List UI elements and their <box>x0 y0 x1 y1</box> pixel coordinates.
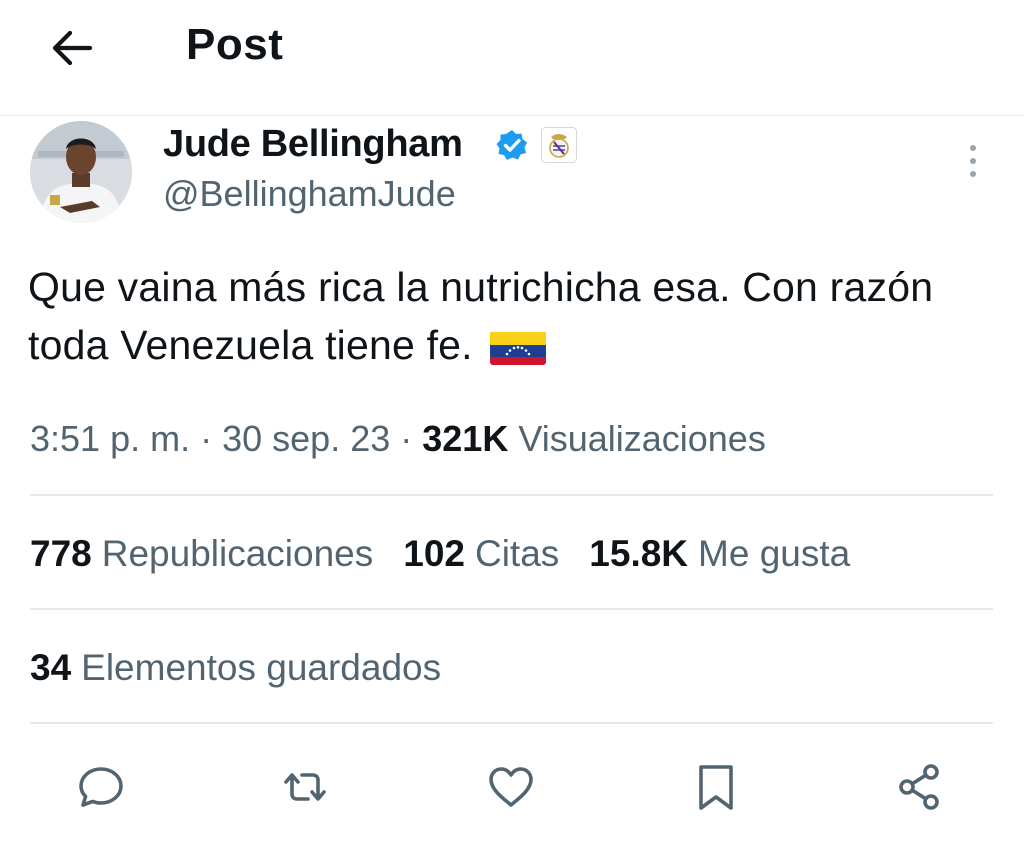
arrow-left-icon <box>52 30 93 66</box>
real-madrid-crest-icon[interactable] <box>541 127 577 163</box>
divider <box>30 722 993 724</box>
divider <box>30 608 993 610</box>
bookmarks-stats: 34 Elementos guardados <box>30 647 471 689</box>
reply-icon <box>79 767 123 807</box>
more-vertical-icon <box>970 145 976 177</box>
separator-dot: · <box>400 418 423 459</box>
share-icon <box>899 764 939 810</box>
likes-count: 15.8K <box>589 533 689 574</box>
quotes-stat[interactable]: 102 Citas <box>403 533 559 575</box>
reposts-label: Republicaciones <box>101 533 374 574</box>
venezuela-flag-icon <box>490 327 547 365</box>
tweet-date[interactable]: 30 sep. 23 <box>222 418 390 459</box>
repost-icon <box>284 773 326 801</box>
avatar[interactable] <box>30 121 132 223</box>
views-count: 321K <box>422 418 509 459</box>
reply-button[interactable] <box>74 760 128 814</box>
divider <box>30 494 993 496</box>
quotes-count: 102 <box>403 533 465 574</box>
tweet-time[interactable]: 3:51 p. m. <box>30 418 190 459</box>
author-name[interactable]: Jude Bellingham <box>163 123 463 166</box>
quotes-label: Citas <box>474 533 560 574</box>
likes-stat[interactable]: 15.8K Me gusta <box>589 533 850 575</box>
share-button[interactable] <box>893 760 947 814</box>
bookmark-icon <box>699 765 733 810</box>
bookmarks-stat[interactable]: 34 Elementos guardados <box>30 647 441 689</box>
bookmarks-label: Elementos guardados <box>81 647 442 688</box>
like-icon <box>489 767 533 807</box>
separator-dot: · <box>200 418 223 459</box>
more-options-button[interactable] <box>958 140 988 184</box>
reposts-count: 778 <box>30 533 92 574</box>
verified-badge-icon <box>495 128 529 162</box>
repost-button[interactable] <box>278 760 332 814</box>
tweet-body: Que vaina más rica la nutrichicha esa. C… <box>28 258 988 374</box>
tweet-meta: 3:51 p. m. · 30 sep. 23 · 321K Visualiza… <box>30 418 766 460</box>
like-button[interactable] <box>484 760 538 814</box>
author-handle[interactable]: @BellinghamJude <box>163 173 456 215</box>
top-bar: Post <box>0 0 1024 116</box>
engagement-stats: 778 Republicaciones 102 Citas 15.8K Me gusta <box>30 533 880 575</box>
avatar-image <box>30 121 132 223</box>
page-title: Post <box>186 20 284 69</box>
bookmark-button[interactable] <box>689 760 743 814</box>
views-label: Visualizaciones <box>518 418 766 459</box>
reposts-stat[interactable]: 778 Republicaciones <box>30 533 373 575</box>
likes-label: Me gusta <box>698 533 851 574</box>
tweet-text: Que vaina más rica la nutrichicha esa. C… <box>28 264 934 368</box>
back-button[interactable] <box>46 22 98 74</box>
bookmarks-count: 34 <box>30 647 72 688</box>
